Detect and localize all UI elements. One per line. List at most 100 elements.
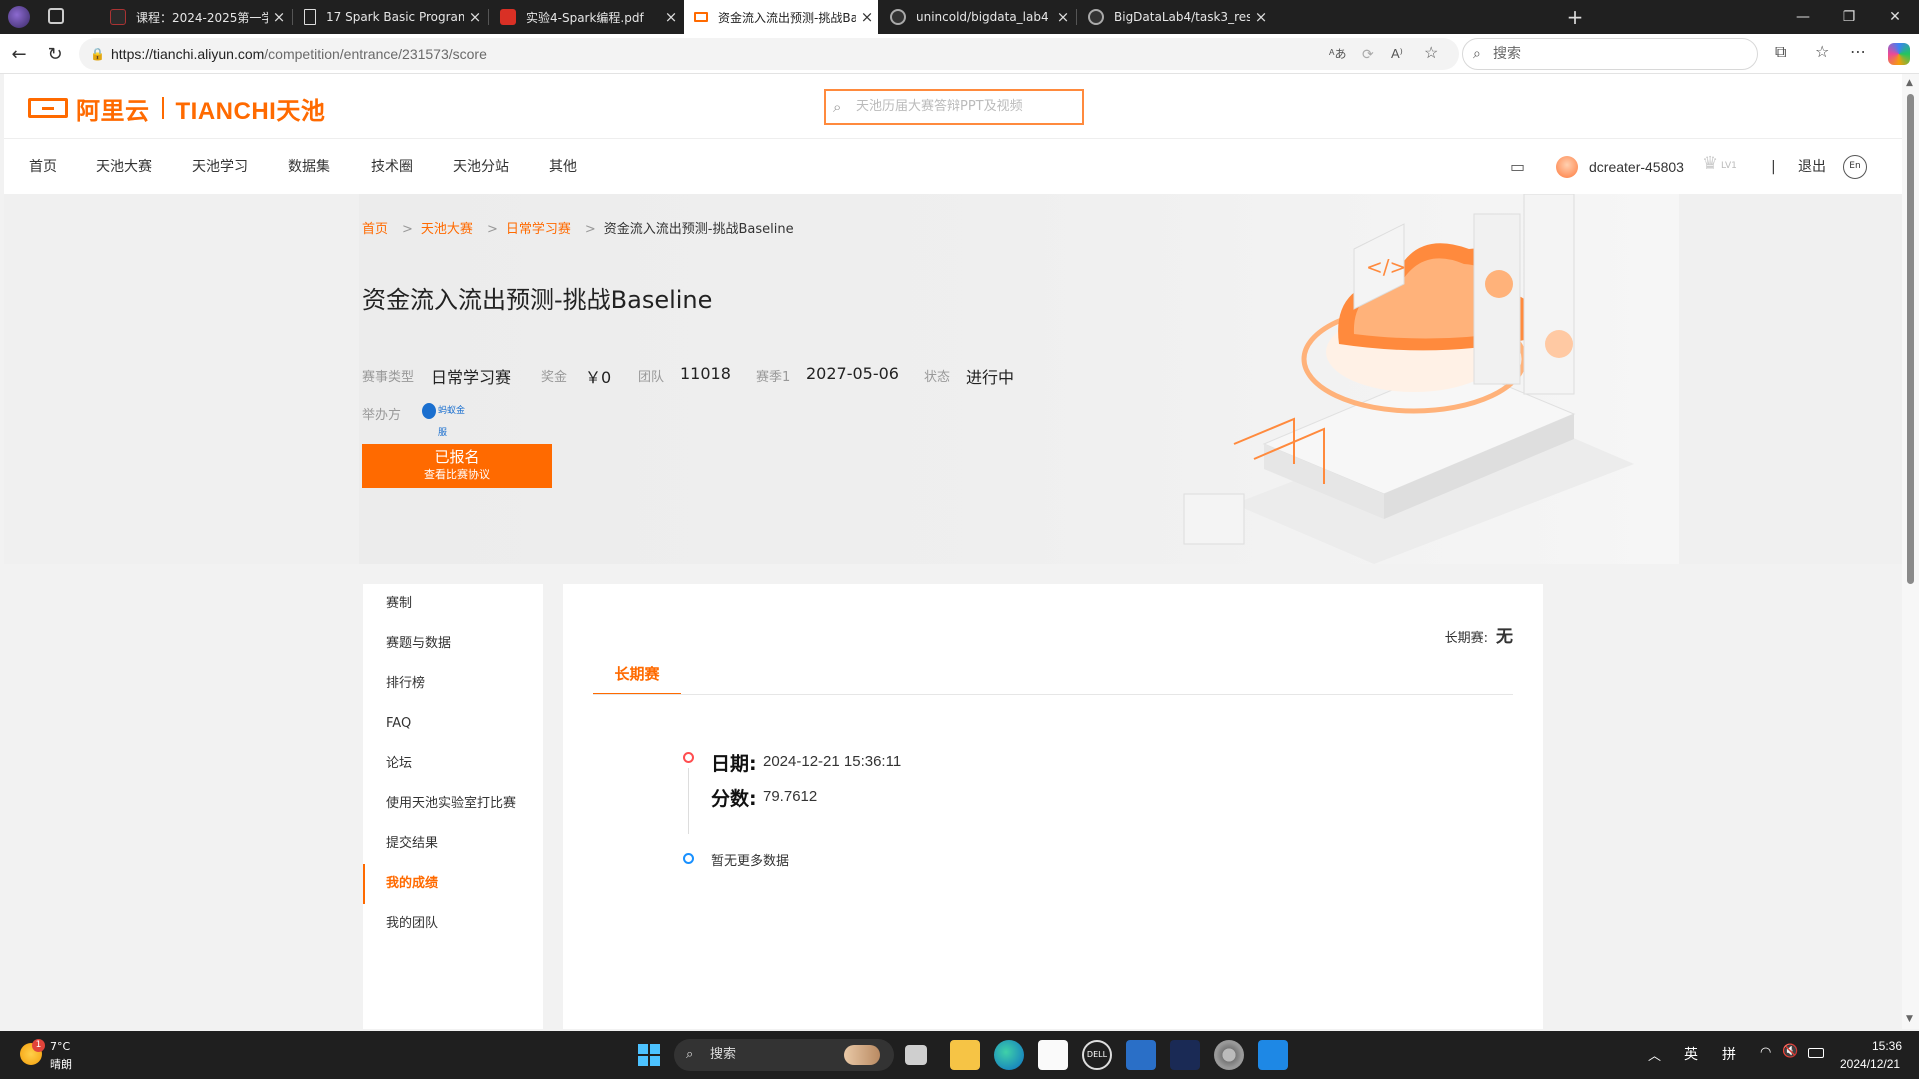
sidebar-item-my-team[interactable]: 我的团队 (363, 904, 543, 944)
sidebar-item-lab[interactable]: 使用天池实验室打比赛 (363, 784, 543, 824)
address-bar[interactable]: 🔒 https://tianchi.aliyun.com/competition… (79, 38, 1459, 70)
copilot-icon[interactable] (1888, 43, 1910, 65)
sidebar-item-submit[interactable]: 提交结果 (363, 824, 543, 864)
page-icon (304, 9, 316, 25)
organizer-logo[interactable]: 蚂蚁金服 (422, 400, 468, 438)
nav-other[interactable]: 其他 (549, 139, 577, 195)
scroll-thumb[interactable] (1907, 94, 1914, 584)
close-icon[interactable]: × (660, 8, 682, 26)
tab-tianchi[interactable]: 资金流入流出预测-挑战Baseline_天池大赛 × (684, 0, 878, 34)
favorite-star-icon[interactable]: ☆ (1424, 38, 1438, 70)
aliyun-logo-icon (28, 98, 68, 118)
nav-competitions[interactable]: 天池大赛 (96, 139, 152, 195)
tianchi-logo[interactable]: 阿里云 TIANCHI天池 (28, 94, 325, 125)
tab-pdf[interactable]: 实验4-Spark编程.pdf × (490, 0, 682, 34)
translate-icon[interactable]: ᴬあ (1329, 38, 1346, 70)
more-menu-icon[interactable]: ⋯ (1850, 42, 1866, 61)
clock-time[interactable]: 15:36 (1872, 1039, 1902, 1053)
tab-course[interactable]: 课程：2024-2025第一学期金融大数据处理技术 × (100, 0, 290, 34)
team-value: 11018 (680, 364, 731, 383)
close-icon[interactable]: × (1250, 8, 1272, 26)
close-icon[interactable]: × (856, 8, 878, 26)
close-icon[interactable]: × (268, 8, 290, 26)
windows-taskbar: 1 7°C 晴朗 ⌕ 搜索 DELL ︿ 英 拼 ◠ 🔇 15:36 2024/… (0, 1031, 1919, 1079)
scroll-up-arrow[interactable]: ▲ (1906, 78, 1913, 88)
file-explorer-icon[interactable] (950, 1040, 980, 1070)
sidebar-item-forum[interactable]: 论坛 (363, 744, 543, 784)
new-tab-button[interactable]: + (1562, 4, 1588, 30)
edge-icon[interactable] (994, 1040, 1024, 1070)
dell-icon[interactable]: DELL (1082, 1040, 1112, 1070)
message-icon[interactable]: ▭ (1510, 139, 1525, 195)
nav-learning[interactable]: 天池学习 (192, 139, 248, 195)
sidebar-item-problem-data[interactable]: 赛题与数据 (363, 624, 543, 664)
breadcrumb-daily-learning[interactable]: 日常学习赛 (506, 222, 571, 237)
nav-datasets[interactable]: 数据集 (288, 139, 330, 195)
task-view-icon[interactable] (905, 1045, 927, 1065)
profile-avatar[interactable] (8, 6, 30, 28)
breadcrumb-home[interactable]: 首页 (362, 222, 388, 237)
ime-mode[interactable]: 拼 (1722, 1044, 1736, 1064)
close-window-button[interactable]: ✕ (1872, 0, 1918, 34)
vscode-icon[interactable] (1258, 1040, 1288, 1070)
sidebar-item-rules[interactable]: 赛制 (363, 584, 543, 624)
taskbar-search[interactable]: ⌕ 搜索 (674, 1039, 894, 1071)
browser-search-box[interactable]: ⌕ 搜索 (1462, 38, 1758, 70)
terminal-icon[interactable] (1170, 1040, 1200, 1070)
tab-spark-basic[interactable]: 17 Spark Basic Programming (I) × (294, 0, 486, 34)
powershell-icon[interactable] (1126, 1040, 1156, 1070)
battery-icon[interactable] (1808, 1048, 1824, 1058)
username[interactable]: dcreater-45803 (1589, 139, 1684, 195)
sidebar-item-my-score[interactable]: 我的成绩 (363, 864, 543, 904)
volume-muted-icon[interactable]: 🔇 (1782, 1044, 1798, 1059)
breadcrumb: 首页 > 天池大赛 > 日常学习赛 > 资金流入流出预测-挑战Baseline (362, 222, 794, 237)
tab-github-result[interactable]: BigDataLab4/task3_result/tc_com × (1078, 0, 1272, 34)
store-icon[interactable] (1038, 1040, 1068, 1070)
close-icon[interactable]: × (1052, 8, 1074, 26)
github-icon (890, 9, 906, 25)
scroll-down-arrow[interactable]: ▼ (1906, 1014, 1913, 1024)
course-favicon (110, 9, 126, 25)
tab-github-lab4[interactable]: unincold/bigdata_lab4 × (880, 0, 1074, 34)
nav-tech-circle[interactable]: 技术圈 (371, 139, 413, 195)
lock-icon[interactable]: 🔒 (90, 38, 105, 70)
favorites-icon[interactable]: ☆ (1815, 42, 1829, 61)
site-search-input[interactable]: ⌕ 天池历届大赛答辩PPT及视频 (824, 89, 1084, 125)
ime-language[interactable]: 英 (1684, 1044, 1698, 1064)
pdf-icon (500, 9, 516, 25)
tab-divider (593, 694, 1513, 695)
search-highlight-icon (844, 1045, 880, 1065)
read-aloud-icon[interactable]: A⁾ (1391, 38, 1403, 70)
logout-link[interactable]: 退出 (1798, 139, 1826, 195)
settings-icon[interactable] (1214, 1040, 1244, 1070)
close-icon[interactable]: × (464, 8, 486, 26)
tray-overflow-icon[interactable]: ︿ (1648, 1045, 1661, 1064)
agreement-link[interactable]: 查看比赛协议 (362, 467, 552, 483)
sidebar-item-faq[interactable]: FAQ (363, 704, 543, 744)
minimize-button[interactable]: — (1780, 0, 1826, 34)
workspaces-icon[interactable] (48, 8, 64, 24)
start-button[interactable] (638, 1044, 660, 1066)
nav-home[interactable]: 首页 (29, 139, 57, 195)
refresh-button[interactable]: ↻ (40, 39, 70, 69)
enrolled-button[interactable]: 已报名 查看比赛协议 (362, 444, 552, 488)
timeline-dot (683, 752, 694, 763)
wifi-icon[interactable]: ◠ (1760, 1045, 1771, 1060)
timeline-line (688, 768, 689, 834)
language-toggle[interactable]: En (1843, 155, 1867, 179)
avatar[interactable] (1556, 156, 1578, 178)
breadcrumb-competitions[interactable]: 天池大赛 (421, 222, 473, 237)
github-icon (1088, 9, 1104, 25)
search-icon: ⌕ (1473, 46, 1481, 62)
refresh-page-icon[interactable]: ⟳ (1362, 38, 1374, 70)
extensions-icon[interactable]: ⧉ (1775, 42, 1786, 62)
nav-substations[interactable]: 天池分站 (453, 139, 509, 195)
sidebar-item-leaderboard[interactable]: 排行榜 (363, 664, 543, 704)
tab-long-term[interactable]: 长期赛 (593, 656, 681, 695)
back-button[interactable]: ← (4, 39, 34, 69)
date-value: 2024-12-21 15:36:11 (763, 753, 902, 770)
page-scrollbar[interactable]: ▲ ▼ (1902, 74, 1919, 1029)
status-label: 状态 (924, 370, 951, 385)
restore-button[interactable]: ❐ (1826, 0, 1872, 34)
clock-date[interactable]: 2024/12/21 (1840, 1057, 1900, 1071)
